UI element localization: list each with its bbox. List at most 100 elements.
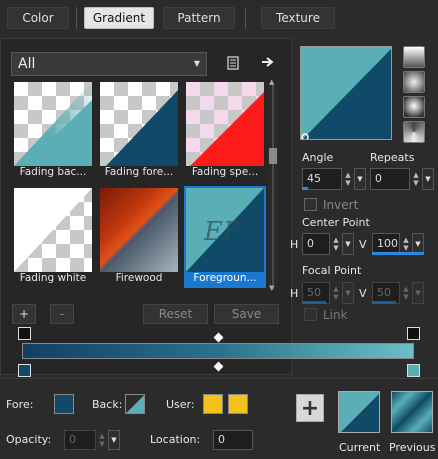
angle-stepper[interactable]: ▲ ▼ bbox=[342, 168, 354, 190]
tab-gradient[interactable]: Gradient bbox=[84, 7, 154, 29]
user-label: User: bbox=[166, 398, 195, 411]
save-button[interactable]: Save bbox=[214, 304, 279, 324]
scrollbar-thumb[interactable] bbox=[269, 148, 277, 164]
angle-input[interactable]: 45 bbox=[302, 168, 342, 190]
color-stop-start[interactable] bbox=[18, 364, 31, 377]
gradient-thumb-fading-white[interactable]: Fading white bbox=[12, 186, 94, 288]
gradient-thumb-fading-foreground[interactable]: Fading fore... bbox=[98, 80, 180, 182]
scroll-up-icon[interactable]: ▲ bbox=[269, 78, 274, 86]
user-color-swatch-1[interactable] bbox=[203, 394, 223, 414]
center-h-input[interactable]: 0 bbox=[302, 233, 330, 255]
scrollbar-track bbox=[272, 84, 274, 290]
chevron-down-icon: ▼ bbox=[193, 59, 200, 68]
center-h-label: H bbox=[290, 238, 299, 251]
forward-arrow-button[interactable] bbox=[257, 51, 279, 73]
tab-texture[interactable]: Texture bbox=[261, 7, 335, 29]
focal-v-stepper[interactable]: ▲ ▼ bbox=[400, 282, 412, 304]
center-h-stepper[interactable]: ▲ ▼ bbox=[330, 233, 342, 255]
center-h-dropdown[interactable]: ▼ bbox=[342, 233, 354, 255]
repeats-stepper[interactable]: ▲ ▼ bbox=[410, 168, 422, 190]
user-color-swatch-2[interactable] bbox=[228, 394, 248, 414]
fore-color-swatch[interactable] bbox=[54, 394, 74, 414]
angle-label: Angle bbox=[302, 151, 333, 164]
opacity-input[interactable]: 0 bbox=[64, 430, 96, 450]
opacity-stop-end[interactable] bbox=[407, 327, 420, 340]
gradient-label: Foregroun... bbox=[193, 272, 257, 284]
gradient-swatch: EF bbox=[186, 188, 264, 272]
back-label: Back: bbox=[92, 398, 123, 411]
invert-checkbox[interactable] bbox=[304, 198, 317, 211]
center-v-slider-fill[interactable] bbox=[372, 252, 424, 255]
current-gradient-thumb[interactable] bbox=[338, 391, 380, 433]
tab-color[interactable]: Color bbox=[7, 7, 69, 29]
gradient-label: Fading fore... bbox=[104, 166, 174, 178]
opacity-stop-start[interactable] bbox=[18, 327, 31, 340]
tab-separator bbox=[76, 7, 77, 29]
fore-label: Fore: bbox=[6, 398, 34, 411]
gradient-swatch bbox=[14, 82, 92, 166]
gradient-preview[interactable] bbox=[300, 46, 392, 140]
category-select-value: All bbox=[18, 56, 36, 72]
gradient-thumb-fading-background[interactable]: Fading bac... bbox=[12, 80, 94, 182]
add-to-library-button[interactable]: + bbox=[296, 394, 324, 422]
style-rectangular-button[interactable] bbox=[403, 71, 425, 93]
tab-pattern[interactable]: Pattern bbox=[163, 7, 235, 29]
divider bbox=[0, 378, 438, 379]
svg-text:EF: EF bbox=[203, 217, 242, 247]
angle-slider-fill[interactable] bbox=[302, 187, 308, 190]
focal-h-label: H bbox=[290, 287, 299, 300]
back-color-swatch[interactable] bbox=[125, 394, 145, 414]
repeats-input[interactable]: 0 bbox=[370, 168, 410, 190]
gradient-thumb-foreground-background[interactable]: EF Foregroun... bbox=[184, 186, 266, 288]
focal-v-dropdown[interactable]: ▼ bbox=[412, 282, 424, 304]
style-radial-button[interactable] bbox=[403, 96, 425, 118]
gradient-label: Firewood bbox=[115, 272, 163, 284]
scroll-down-icon[interactable]: ▼ bbox=[269, 284, 274, 292]
link-label: Link bbox=[323, 308, 348, 322]
add-stop-button[interactable]: + bbox=[12, 304, 36, 324]
gradient-swatch bbox=[186, 82, 264, 166]
gradient-scrollbar[interactable]: ▲ ▼ bbox=[268, 78, 278, 292]
gradient-label: Fading spe... bbox=[191, 166, 259, 178]
invert-label: Invert bbox=[323, 198, 359, 212]
category-select[interactable]: All ▼ bbox=[11, 52, 207, 76]
focal-v-label: V bbox=[359, 287, 367, 300]
current-label: Current bbox=[339, 441, 381, 454]
color-stop-end[interactable] bbox=[407, 364, 420, 377]
focal-h-slider-fill[interactable] bbox=[302, 301, 326, 304]
gradient-swatch bbox=[14, 188, 92, 272]
repeats-dropdown[interactable]: ▼ bbox=[422, 168, 434, 190]
plus-icon: + bbox=[300, 395, 320, 421]
link-checkbox[interactable] bbox=[304, 308, 317, 321]
style-sunburst-button[interactable] bbox=[403, 121, 425, 143]
angle-label-text: Angle bbox=[302, 151, 334, 164]
reset-button[interactable]: Reset bbox=[143, 304, 208, 324]
tab-bar: Color Gradient Pattern Texture bbox=[0, 0, 438, 36]
repeats-label-text: Repeats bbox=[370, 151, 415, 164]
repeats-label: Repeats bbox=[370, 151, 414, 164]
style-linear-button[interactable] bbox=[403, 46, 425, 68]
opacity-label: Opacity: bbox=[6, 433, 52, 446]
location-input[interactable]: 0 bbox=[213, 430, 253, 450]
library-menu-button[interactable] bbox=[222, 52, 244, 74]
focal-v-slider-fill[interactable] bbox=[372, 301, 396, 304]
gradient-grid: Fading bac... Fading fore... Fading spe.… bbox=[12, 80, 266, 290]
opacity-dropdown[interactable]: ▼ bbox=[108, 430, 120, 450]
center-point-label: Center Point bbox=[302, 216, 370, 229]
tab-separator bbox=[245, 7, 246, 29]
previous-gradient-thumb[interactable] bbox=[391, 391, 433, 433]
focal-h-dropdown[interactable]: ▼ bbox=[342, 282, 354, 304]
focal-point-label: Focal Point bbox=[302, 264, 362, 277]
gradient-label: Fading bac... bbox=[19, 166, 87, 178]
gradient-thumb-firewood[interactable]: Firewood bbox=[98, 186, 180, 288]
gradient-bar[interactable] bbox=[22, 343, 414, 359]
arrow-right-icon bbox=[262, 57, 274, 67]
opacity-stepper[interactable]: ▲ ▼ bbox=[96, 430, 108, 450]
remove-stop-button[interactable]: - bbox=[50, 304, 74, 324]
center-v-label: V bbox=[359, 238, 367, 251]
location-label: Location: bbox=[150, 433, 201, 446]
gradient-thumb-fading-special[interactable]: Fading spe... bbox=[184, 80, 266, 182]
gradient-swatch bbox=[100, 188, 178, 272]
angle-dropdown[interactable]: ▼ bbox=[354, 168, 366, 190]
focal-h-stepper[interactable]: ▲ ▼ bbox=[330, 282, 342, 304]
